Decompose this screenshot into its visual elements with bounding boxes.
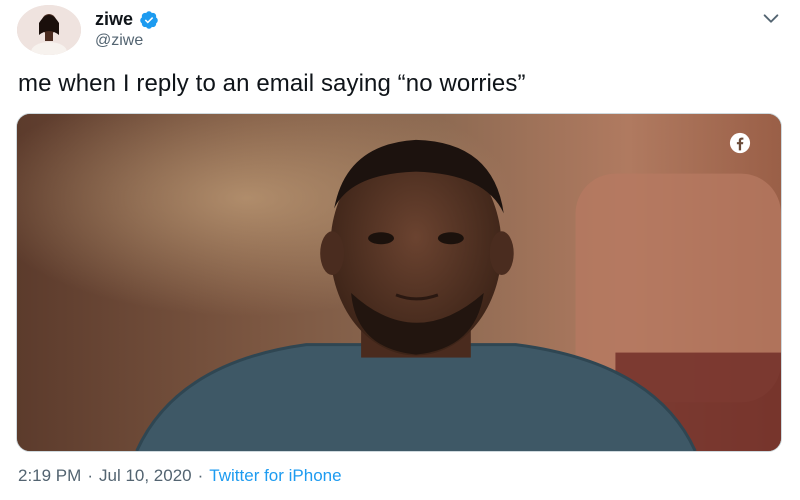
- verified-badge-icon: [140, 10, 158, 29]
- meta-separator: ·: [87, 466, 93, 485]
- tweet-date[interactable]: Jul 10, 2020: [99, 466, 192, 486]
- facebook-icon: [729, 132, 751, 154]
- author-avatar[interactable]: [17, 5, 81, 55]
- facebook-watermark: [729, 132, 751, 154]
- tweet-media-image[interactable]: [16, 113, 782, 452]
- meta-separator: ·: [197, 466, 204, 485]
- tweet-card: ziwe @ziwe me when I reply to an email s…: [0, 0, 800, 500]
- tweet-meta: 2:19 PM · Jul 10, 2020 · Twitter for iPh…: [18, 466, 342, 486]
- author-display-name[interactable]: ziwe: [95, 9, 133, 30]
- chevron-down-icon: [763, 14, 779, 23]
- author-name-row: ziwe: [95, 9, 159, 30]
- tweet-time[interactable]: 2:19 PM: [18, 466, 81, 486]
- tweet-text: me when I reply to an email saying “no w…: [18, 70, 526, 97]
- tweet-menu-button[interactable]: [760, 8, 782, 30]
- author-handle[interactable]: @ziwe: [95, 32, 143, 50]
- tweet-source-link[interactable]: Twitter for iPhone: [209, 466, 341, 486]
- avatar-icon: [17, 5, 81, 55]
- meme-photo: [17, 114, 781, 451]
